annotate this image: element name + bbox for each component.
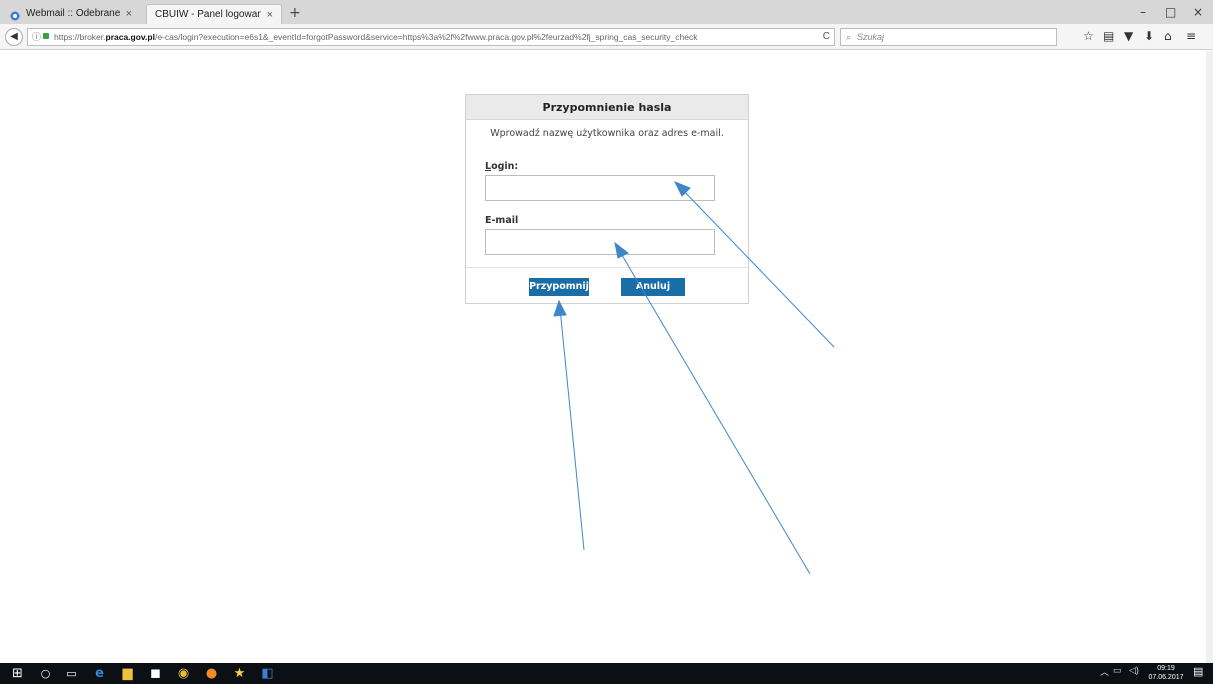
search-input[interactable]: ⌕ Szukaj: [840, 28, 1057, 46]
email-label: E-mail: [485, 215, 519, 226]
firefox-icon[interactable]: ●: [204, 666, 219, 681]
dialog-footer: Przypomnij Anuluj: [466, 267, 748, 303]
volume-icon[interactable]: ◁): [1129, 665, 1139, 676]
tray-chevron-icon[interactable]: ︿: [1100, 665, 1109, 678]
windows-start-icon[interactable]: ⊞: [10, 666, 25, 681]
taskbar-clock[interactable]: 09:19 07.06.2017: [1147, 664, 1185, 682]
task-view-icon[interactable]: ▭: [64, 666, 79, 681]
windows-taskbar: ⊞ ○ ▭ e ▆ ◼ ◉ ● ★ ◧ ︿ ▭ ◁) 09:19 07.06.2…: [0, 663, 1213, 684]
pocket-icon[interactable]: ▼: [1124, 28, 1133, 44]
close-tab-icon[interactable]: ×: [126, 4, 132, 24]
search-placeholder: Szukaj: [857, 32, 885, 42]
lock-icon: [43, 33, 49, 39]
store-icon[interactable]: ◼: [148, 666, 163, 681]
menu-icon[interactable]: ≡: [1186, 28, 1196, 44]
navigation-bar: ◀ ⓘ https://broker.praca.gov.pl/e-cas/lo…: [0, 24, 1213, 50]
close-tab-icon[interactable]: ×: [267, 5, 273, 25]
back-arrow-icon[interactable]: ◀: [5, 28, 23, 46]
maximize-icon[interactable]: □: [1165, 4, 1176, 20]
action-center-icon[interactable]: ▤: [1193, 665, 1203, 678]
edge-icon[interactable]: e: [92, 666, 107, 681]
chrome-icon[interactable]: ◉: [176, 666, 191, 681]
home-icon[interactable]: ⌂: [1164, 28, 1172, 44]
tab-cbuiw-login[interactable]: CBUIW - Panel logowania ×: [146, 4, 282, 24]
favorites-star-icon[interactable]: ★: [232, 666, 247, 681]
dialog-instruction: Wprowadź nazwę użytkownika oraz adres e-…: [490, 128, 724, 139]
download-icon[interactable]: ⬇: [1144, 28, 1154, 44]
network-icon[interactable]: ▭: [1113, 665, 1122, 676]
url-text: https://broker.praca.gov.pl/e-cas/login?…: [54, 32, 698, 42]
vertical-scrollbar[interactable]: [1206, 51, 1213, 663]
cancel-button[interactable]: Anuluj: [621, 278, 685, 296]
tab-label: CBUIW - Panel logowania: [155, 8, 261, 20]
minimize-icon[interactable]: –: [1140, 4, 1146, 20]
email-input[interactable]: [485, 229, 715, 255]
address-bar[interactable]: ⓘ https://broker.praca.gov.pl/e-cas/logi…: [27, 28, 835, 46]
password-reminder-dialog: Przypomnienie hasla Wprowadź nazwę użytk…: [465, 94, 749, 304]
clock-time: 09:19: [1157, 665, 1175, 672]
close-window-icon[interactable]: ×: [1193, 4, 1203, 20]
login-input[interactable]: [485, 175, 715, 201]
tab-webmail[interactable]: Webmail :: Odebrane ×: [2, 4, 140, 24]
reading-list-icon[interactable]: ▤: [1103, 28, 1114, 44]
new-tab-icon[interactable]: +: [289, 4, 301, 22]
word-icon[interactable]: ◧: [260, 666, 275, 681]
info-icon[interactable]: ⓘ: [32, 29, 41, 45]
webmail-favicon-icon: [10, 9, 20, 21]
browser-tab-strip: Webmail :: Odebrane × CBUIW - Panel logo…: [0, 0, 1213, 24]
dialog-title: Przypomnienie hasla: [466, 95, 748, 120]
search-icon: ⌕: [846, 32, 852, 42]
arrow-to-remind: [559, 307, 585, 551]
remind-button[interactable]: Przypomnij: [529, 278, 589, 296]
reload-icon[interactable]: C: [823, 29, 830, 45]
tab-label: Webmail :: Odebrane: [26, 8, 120, 19]
clock-date: 07.06.2017: [1148, 674, 1184, 681]
file-explorer-icon[interactable]: ▆: [120, 666, 135, 681]
search-icon[interactable]: ○: [38, 666, 53, 681]
bookmark-star-icon[interactable]: ☆: [1083, 28, 1094, 44]
login-label: Login:: [485, 161, 519, 172]
